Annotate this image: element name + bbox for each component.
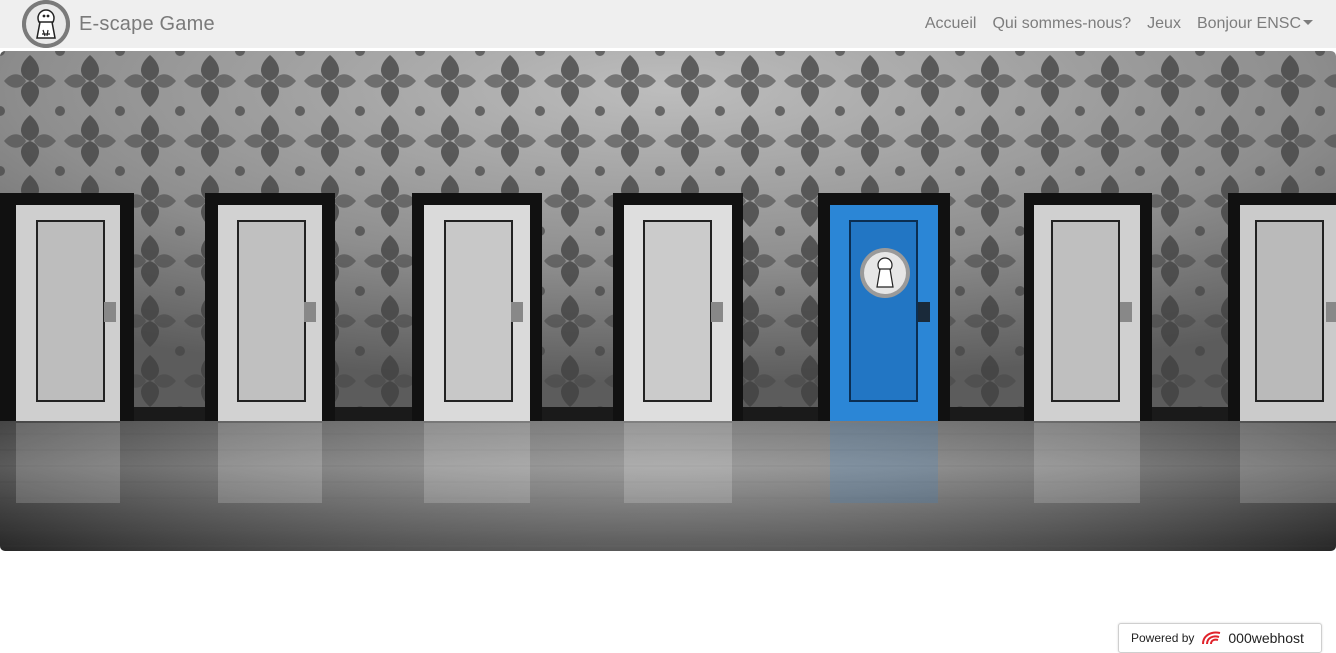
powered-by-label: Powered by [1131, 631, 1195, 645]
nav-link-accueil[interactable]: Accueil [917, 15, 985, 33]
host-brand: 000webhost [1200, 629, 1304, 647]
nav-link-jeux[interactable]: Jeux [1139, 15, 1189, 33]
powered-by-badge[interactable]: Powered by 000webhost [1118, 623, 1322, 653]
host-name: 000webhost [1228, 630, 1304, 646]
brand-link[interactable]: E-scape Game [22, 0, 215, 48]
navbar: E-scape Game Accueil Qui sommes-nous? Je… [0, 0, 1336, 48]
row-of-doors-hero-image [0, 51, 1336, 551]
user-dropdown-toggle[interactable]: Bonjour ENSC [1189, 15, 1321, 33]
000webhost-swirl-icon [1202, 631, 1221, 645]
caret-down-icon [1303, 20, 1313, 26]
user-dropdown-label: Bonjour ENSC [1196, 15, 1301, 32]
brand-name: E-scape Game [79, 12, 215, 35]
nav-link-qui-sommes-nous[interactable]: Qui sommes-nous? [984, 15, 1139, 33]
keyhole-logo-icon [22, 0, 70, 48]
nav-links: Accueil Qui sommes-nous? Jeux Bonjour EN… [917, 15, 1321, 33]
